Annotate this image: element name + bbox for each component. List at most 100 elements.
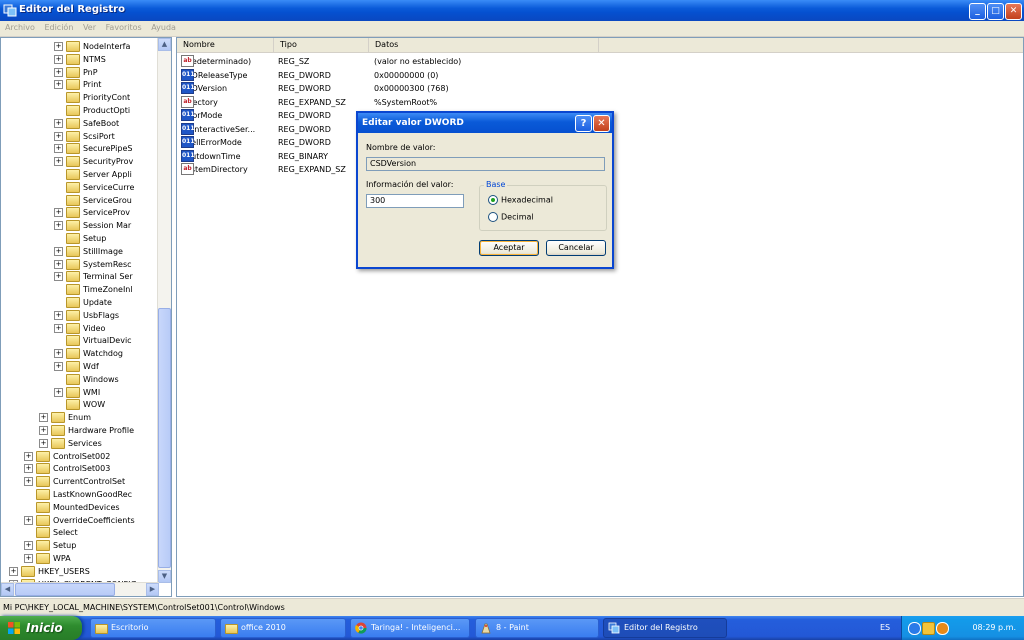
tree-item[interactable]: TimeZoneInl <box>54 283 133 296</box>
menu-favoritos[interactable]: Favoritos <box>106 21 142 35</box>
dialog-help-button[interactable]: ? <box>575 115 592 132</box>
ok-button[interactable]: Aceptar <box>479 240 539 256</box>
expand-icon[interactable]: + <box>54 131 63 141</box>
expand-icon[interactable]: + <box>54 144 63 154</box>
expand-icon[interactable]: + <box>54 259 63 269</box>
tree-item[interactable]: + UsbFlags <box>54 309 119 322</box>
expand-icon[interactable]: + <box>24 451 33 461</box>
decimal-radio[interactable]: Decimal <box>488 212 534 223</box>
start-button[interactable]: Inicio <box>0 616 82 640</box>
tree-vertical-scrollbar[interactable]: ▲ ▼ <box>157 38 171 583</box>
menu-edicion[interactable]: Edición <box>44 21 73 35</box>
tree-item[interactable]: Windows <box>54 373 119 386</box>
tree-horizontal-scrollbar[interactable]: ◀ ▶ <box>1 582 159 596</box>
task-paint[interactable]: 8 - Paint <box>475 618 599 638</box>
expand-icon[interactable]: + <box>54 80 63 90</box>
tree-item[interactable]: + WPA <box>24 552 71 565</box>
tree-item[interactable]: ServiceCurre <box>54 181 134 194</box>
language-indicator[interactable]: ES <box>880 616 890 640</box>
tree-item[interactable]: + CurrentControlSet <box>24 475 125 488</box>
tree-item[interactable]: + SafeBoot <box>54 117 119 130</box>
tree-item[interactable]: WOW <box>54 398 105 411</box>
list-row[interactable]: ab (Predeterminado) REG_SZ (valor no establ… <box>177 55 777 68</box>
tree-item[interactable]: PriorityCont <box>54 91 130 104</box>
tree-item[interactable]: ServiceGrou <box>54 194 132 207</box>
expand-icon[interactable]: + <box>54 208 63 218</box>
tree-item[interactable]: + Terminal Ser <box>54 270 133 283</box>
task-office-2010[interactable]: office 2010 <box>220 618 346 638</box>
scroll-right-icon[interactable]: ▶ <box>146 583 159 596</box>
tree-item[interactable]: + Wdf <box>54 360 99 373</box>
tree-item[interactable]: + ControlSet003 <box>24 462 110 475</box>
value-data-input[interactable]: 300 <box>366 194 464 208</box>
expand-icon[interactable]: + <box>54 387 63 397</box>
close-button[interactable]: ✕ <box>1005 3 1022 20</box>
dialog-close-button[interactable]: ✕ <box>593 115 610 132</box>
tree-item[interactable]: MountedDevices <box>24 501 120 514</box>
tree-item[interactable]: LastKnownGoodRec <box>24 488 132 501</box>
tree-item[interactable]: + HKEY_USERS <box>9 565 90 578</box>
expand-icon[interactable]: + <box>24 541 33 551</box>
menu-ver[interactable]: Ver <box>83 21 96 35</box>
expand-icon[interactable]: + <box>39 438 48 448</box>
tree-item[interactable]: + Watchdog <box>54 347 123 360</box>
hexadecimal-radio[interactable]: Hexadecimal <box>488 195 553 206</box>
task-taringa[interactable]: Taringa! - Inteligenci... <box>350 618 470 638</box>
expand-icon[interactable]: + <box>54 362 63 371</box>
tree-item[interactable]: + SecurityProv <box>54 155 133 168</box>
tree-item[interactable]: + PnP <box>54 66 98 79</box>
tree-item[interactable]: Server Appli <box>54 168 132 181</box>
list-row[interactable]: 011 CSDVersion REG_DWORD 0x00000300 (768) <box>177 82 777 95</box>
expand-icon[interactable]: + <box>54 272 63 282</box>
scroll-down-icon[interactable]: ▼ <box>158 570 171 583</box>
back-arrow-icon[interactable] <box>908 622 921 635</box>
key-tree-pane[interactable]: + NodeInterfa + NTMS + PnP + Print PriorityCont P… <box>0 37 172 597</box>
expand-icon[interactable]: + <box>54 54 63 64</box>
scroll-up-icon[interactable]: ▲ <box>158 38 171 51</box>
tree-item[interactable]: + SecurePipeS <box>54 142 132 155</box>
expand-icon[interactable]: + <box>9 566 18 576</box>
tree-item[interactable]: + NodeInterfa <box>54 40 130 53</box>
minimize-button[interactable]: _ <box>969 3 986 20</box>
tree-item[interactable]: Setup <box>54 232 106 245</box>
expand-icon[interactable]: + <box>54 67 63 77</box>
tree-item[interactable]: VirtualDevic <box>54 334 132 347</box>
tree-item[interactable]: + Services <box>39 437 102 450</box>
menu-archivo[interactable]: Archivo <box>5 21 35 35</box>
tree-item[interactable]: + NTMS <box>54 53 106 66</box>
expand-icon[interactable]: + <box>24 477 33 487</box>
expand-icon[interactable]: + <box>54 157 63 167</box>
tree-item[interactable]: + OverrideCoefficients <box>24 514 135 527</box>
task-escritorio[interactable]: Escritorio <box>90 618 216 638</box>
hscroll-thumb[interactable] <box>15 583 115 596</box>
tree-item[interactable]: + ServiceProv <box>54 206 130 219</box>
tree-item[interactable]: + ScsiPort <box>54 130 115 143</box>
expand-icon[interactable]: + <box>24 515 33 525</box>
expand-icon[interactable]: + <box>24 554 33 563</box>
expand-icon[interactable]: + <box>39 413 48 423</box>
scroll-thumb[interactable] <box>158 308 171 568</box>
task-editor-registro[interactable]: Editor del Registro <box>603 618 727 638</box>
column-header-tipo[interactable]: Tipo <box>274 38 369 52</box>
tree-item[interactable]: + WMI <box>54 386 100 399</box>
scroll-left-icon[interactable]: ◀ <box>1 583 14 596</box>
menu-ayuda[interactable]: Ayuda <box>151 21 176 35</box>
tree-item[interactable]: + Hardware Profile <box>39 424 134 437</box>
tree-item[interactable]: + ControlSet002 <box>24 450 110 463</box>
expand-icon[interactable]: + <box>54 323 63 333</box>
cancel-button[interactable]: Cancelar <box>546 240 606 256</box>
security-icon[interactable] <box>936 622 949 635</box>
tree-item[interactable]: + Print <box>54 78 101 91</box>
tree-item[interactable]: ProductOpti <box>54 104 130 117</box>
column-header-nombre[interactable]: Nombre <box>177 38 274 52</box>
tree-item[interactable]: + Video <box>54 322 105 335</box>
expand-icon[interactable]: + <box>54 246 63 256</box>
tree-item[interactable]: + SystemResc <box>54 258 132 271</box>
expand-icon[interactable]: + <box>39 426 48 435</box>
maximize-button[interactable]: □ <box>987 3 1004 20</box>
tree-item[interactable]: Select <box>24 526 78 539</box>
tree-item[interactable]: + Session Mar <box>54 219 131 232</box>
tree-item[interactable]: + StillImage <box>54 245 123 258</box>
expand-icon[interactable]: + <box>54 310 63 320</box>
expand-icon[interactable]: + <box>54 349 63 359</box>
